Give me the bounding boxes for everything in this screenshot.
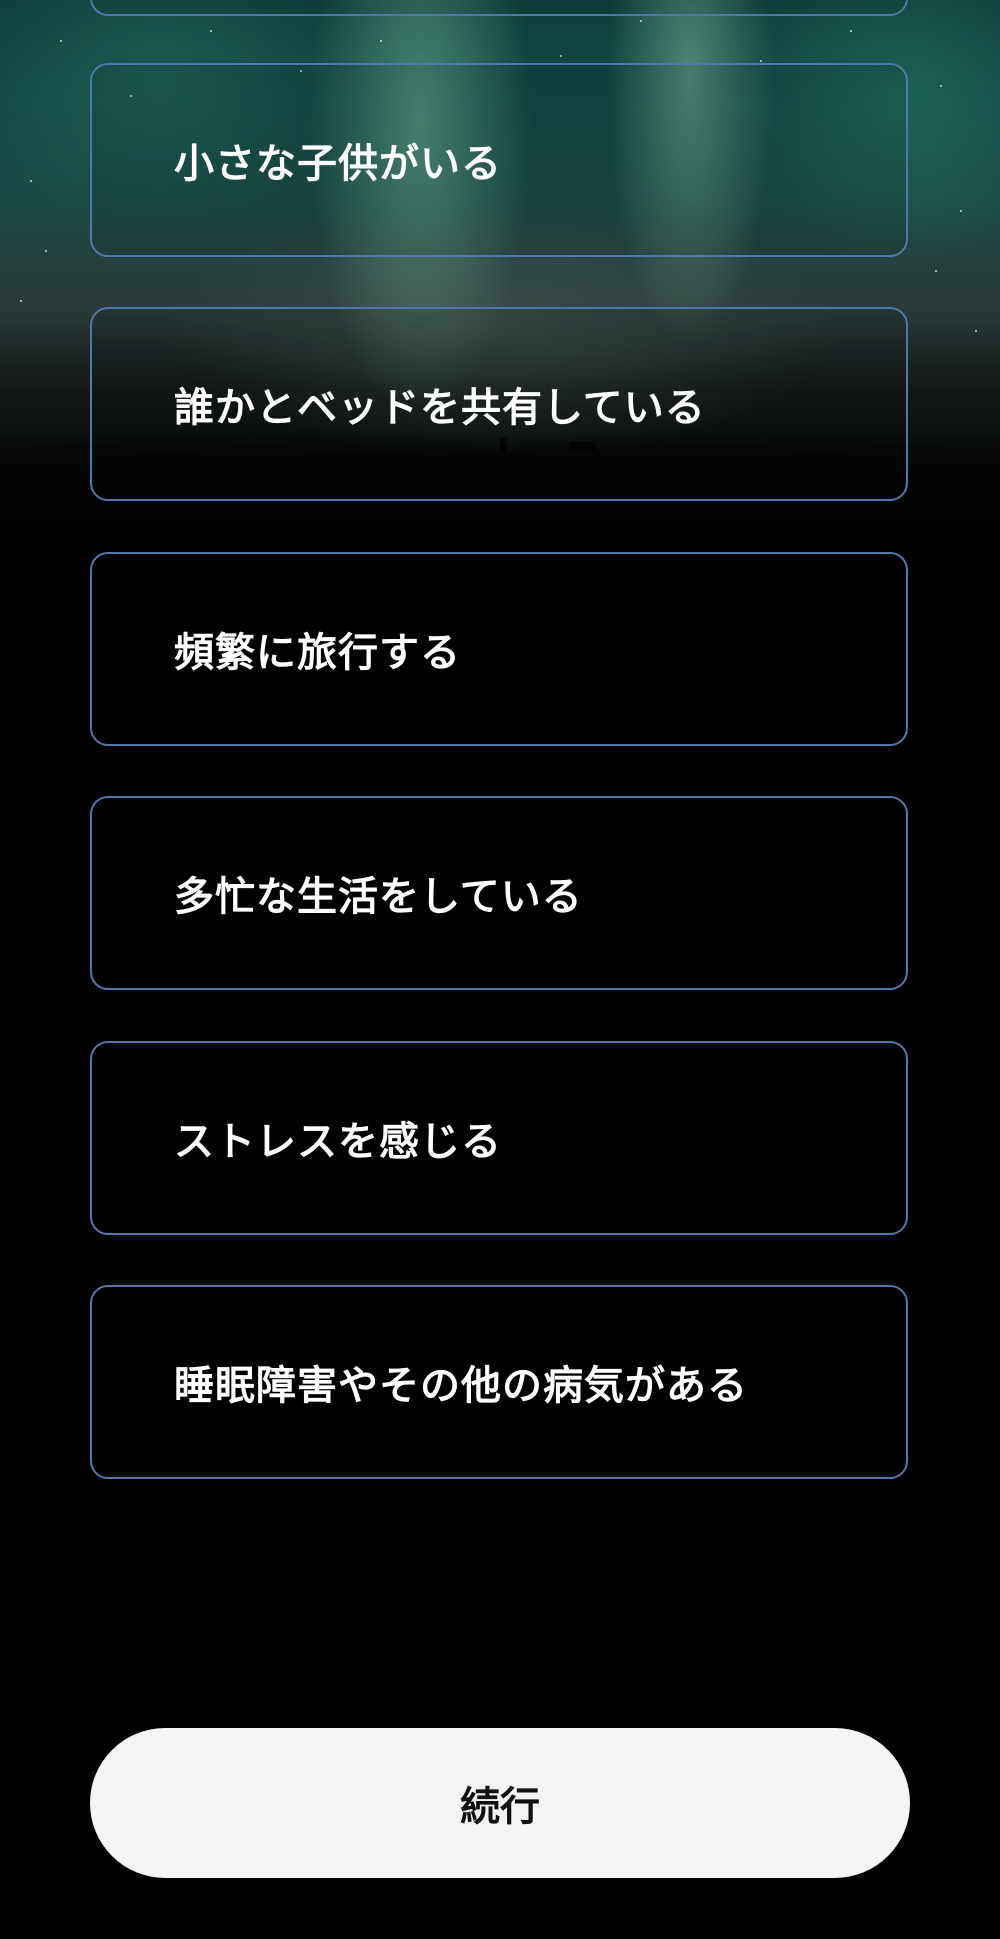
continue-button-label: 続行 [460,1785,540,1829]
option-partial-top[interactable] [90,0,908,16]
option-stress[interactable]: ストレスを感じる [90,1041,908,1235]
option-travel-often[interactable]: 頻繁に旅行する [90,552,908,746]
option-label: 頻繁に旅行する [174,630,461,676]
option-label: 小さな子供がいる [174,141,502,187]
option-label: 多忙な生活をしている [174,874,583,920]
option-small-children[interactable]: 小さな子供がいる [90,63,908,257]
option-sleep-disorder[interactable]: 睡眠障害やその他の病気がある [90,1285,908,1479]
option-label: ストレスを感じる [174,1119,502,1165]
continue-button[interactable]: 続行 [90,1728,910,1878]
option-label: 誰かとベッドを共有している [174,385,706,431]
option-share-bed[interactable]: 誰かとベッドを共有している [90,307,908,501]
screen: 小さな子供がいる 誰かとベッドを共有している 頻繁に旅行する 多忙な生活をしてい… [0,0,1000,1939]
option-busy-life[interactable]: 多忙な生活をしている [90,796,908,990]
option-label: 睡眠障害やその他の病気がある [174,1363,748,1409]
